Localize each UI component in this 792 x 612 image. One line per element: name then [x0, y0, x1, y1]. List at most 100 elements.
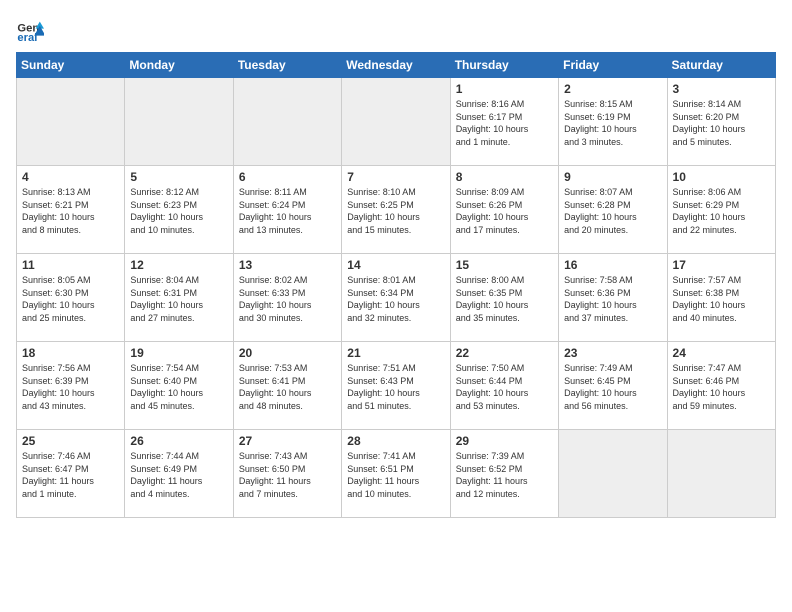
- day-number: 2: [564, 82, 661, 96]
- day-info: Sunrise: 7:41 AM Sunset: 6:51 PM Dayligh…: [347, 450, 444, 500]
- calendar-cell: 29 Sunrise: 7:39 AM Sunset: 6:52 PM Dayli…: [450, 430, 558, 518]
- day-info: Sunrise: 8:04 AM Sunset: 6:31 PM Dayligh…: [130, 274, 227, 324]
- day-info: Sunrise: 7:49 AM Sunset: 6:45 PM Dayligh…: [564, 362, 661, 412]
- day-number: 4: [22, 170, 119, 184]
- day-number: 15: [456, 258, 553, 272]
- day-number: 10: [673, 170, 770, 184]
- calendar-cell: 19 Sunrise: 7:54 AM Sunset: 6:40 PM Dayli…: [125, 342, 233, 430]
- calendar-cell: [125, 78, 233, 166]
- calendar-cell: 11 Sunrise: 8:05 AM Sunset: 6:30 PM Dayli…: [17, 254, 125, 342]
- calendar-cell: [342, 78, 450, 166]
- calendar-cell: 3 Sunrise: 8:14 AM Sunset: 6:20 PM Daylig…: [667, 78, 775, 166]
- calendar-cell: 21 Sunrise: 7:51 AM Sunset: 6:43 PM Dayli…: [342, 342, 450, 430]
- day-number: 11: [22, 258, 119, 272]
- calendar-cell: 25Sunrise: 7:46 AM Sunset: 6:47 PM Dayli…: [17, 430, 125, 518]
- day-info: Sunrise: 8:13 AM Sunset: 6:21 PM Dayligh…: [22, 186, 119, 236]
- calendar-cell: 13 Sunrise: 8:02 AM Sunset: 6:33 PM Dayli…: [233, 254, 341, 342]
- weekday-header: Sunday: [17, 53, 125, 78]
- day-info: Sunrise: 7:57 AM Sunset: 6:38 PM Dayligh…: [673, 274, 770, 324]
- day-number: 12: [130, 258, 227, 272]
- calendar-cell: 1 Sunrise: 8:16 AM Sunset: 6:17 PM Daylig…: [450, 78, 558, 166]
- calendar-cell: 8 Sunrise: 8:09 AM Sunset: 6:26 PM Daylig…: [450, 166, 558, 254]
- calendar-cell: [233, 78, 341, 166]
- day-number: 23: [564, 346, 661, 360]
- day-info: Sunrise: 8:15 AM Sunset: 6:19 PM Dayligh…: [564, 98, 661, 148]
- day-number: 9: [564, 170, 661, 184]
- day-info: Sunrise: 8:12 AM Sunset: 6:23 PM Dayligh…: [130, 186, 227, 236]
- day-number: 7: [347, 170, 444, 184]
- weekday-header: Tuesday: [233, 53, 341, 78]
- day-info: Sunrise: 8:06 AM Sunset: 6:29 PM Dayligh…: [673, 186, 770, 236]
- day-info: Sunrise: 8:05 AM Sunset: 6:30 PM Dayligh…: [22, 274, 119, 324]
- calendar-cell: 28 Sunrise: 7:41 AM Sunset: 6:51 PM Dayli…: [342, 430, 450, 518]
- calendar-cell: [559, 430, 667, 518]
- day-info: Sunrise: 8:14 AM Sunset: 6:20 PM Dayligh…: [673, 98, 770, 148]
- day-number: 28: [347, 434, 444, 448]
- day-number: 13: [239, 258, 336, 272]
- calendar-week-row: 11 Sunrise: 8:05 AM Sunset: 6:30 PM Dayli…: [17, 254, 776, 342]
- calendar-cell: [17, 78, 125, 166]
- day-number: 29: [456, 434, 553, 448]
- day-number: 18: [22, 346, 119, 360]
- day-number: 3: [673, 82, 770, 96]
- day-number: 19: [130, 346, 227, 360]
- day-info: Sunrise: 7:39 AM Sunset: 6:52 PM Dayligh…: [456, 450, 553, 500]
- calendar-cell: 5Sunrise: 8:12 AM Sunset: 6:23 PM Daylig…: [125, 166, 233, 254]
- calendar-week-row: 4 Sunrise: 8:13 AM Sunset: 6:21 PM Daylig…: [17, 166, 776, 254]
- day-info: Sunrise: 7:53 AM Sunset: 6:41 PM Dayligh…: [239, 362, 336, 412]
- calendar-cell: 22Sunrise: 7:50 AM Sunset: 6:44 PM Dayli…: [450, 342, 558, 430]
- calendar-cell: 12 Sunrise: 8:04 AM Sunset: 6:31 PM Dayli…: [125, 254, 233, 342]
- calendar-week-row: 1 Sunrise: 8:16 AM Sunset: 6:17 PM Daylig…: [17, 78, 776, 166]
- day-number: 14: [347, 258, 444, 272]
- day-number: 24: [673, 346, 770, 360]
- calendar-cell: 26 Sunrise: 7:44 AM Sunset: 6:49 PM Dayli…: [125, 430, 233, 518]
- day-info: Sunrise: 7:50 AM Sunset: 6:44 PM Dayligh…: [456, 362, 553, 412]
- day-info: Sunrise: 7:58 AM Sunset: 6:36 PM Dayligh…: [564, 274, 661, 324]
- calendar-week-row: 18 Sunrise: 7:56 AM Sunset: 6:39 PM Dayli…: [17, 342, 776, 430]
- svg-text:eral: eral: [17, 32, 37, 44]
- calendar-cell: 23 Sunrise: 7:49 AM Sunset: 6:45 PM Dayli…: [559, 342, 667, 430]
- day-number: 1: [456, 82, 553, 96]
- logo-icon: Gen eral: [16, 16, 44, 44]
- calendar-cell: 18 Sunrise: 7:56 AM Sunset: 6:39 PM Dayli…: [17, 342, 125, 430]
- day-number: 26: [130, 434, 227, 448]
- weekday-header-row: SundayMondayTuesdayWednesdayThursdayFrid…: [17, 53, 776, 78]
- day-number: 27: [239, 434, 336, 448]
- page-header: Gen eral: [16, 16, 776, 44]
- day-info: Sunrise: 8:00 AM Sunset: 6:35 PM Dayligh…: [456, 274, 553, 324]
- calendar-table: SundayMondayTuesdayWednesdayThursdayFrid…: [16, 52, 776, 518]
- weekday-header: Saturday: [667, 53, 775, 78]
- day-info: Sunrise: 8:11 AM Sunset: 6:24 PM Dayligh…: [239, 186, 336, 236]
- calendar-cell: 2 Sunrise: 8:15 AM Sunset: 6:19 PM Daylig…: [559, 78, 667, 166]
- day-number: 16: [564, 258, 661, 272]
- day-number: 20: [239, 346, 336, 360]
- day-info: Sunrise: 8:10 AM Sunset: 6:25 PM Dayligh…: [347, 186, 444, 236]
- day-info: Sunrise: 8:16 AM Sunset: 6:17 PM Dayligh…: [456, 98, 553, 148]
- calendar-cell: 14 Sunrise: 8:01 AM Sunset: 6:34 PM Dayli…: [342, 254, 450, 342]
- day-number: 8: [456, 170, 553, 184]
- calendar-cell: 6 Sunrise: 8:11 AM Sunset: 6:24 PM Daylig…: [233, 166, 341, 254]
- day-info: Sunrise: 7:43 AM Sunset: 6:50 PM Dayligh…: [239, 450, 336, 500]
- calendar-cell: 17Sunrise: 7:57 AM Sunset: 6:38 PM Dayli…: [667, 254, 775, 342]
- calendar-cell: 4 Sunrise: 8:13 AM Sunset: 6:21 PM Daylig…: [17, 166, 125, 254]
- day-info: Sunrise: 7:47 AM Sunset: 6:46 PM Dayligh…: [673, 362, 770, 412]
- day-info: Sunrise: 8:01 AM Sunset: 6:34 PM Dayligh…: [347, 274, 444, 324]
- day-number: 6: [239, 170, 336, 184]
- day-info: Sunrise: 7:44 AM Sunset: 6:49 PM Dayligh…: [130, 450, 227, 500]
- calendar-cell: 15 Sunrise: 8:00 AM Sunset: 6:35 PM Dayli…: [450, 254, 558, 342]
- calendar-week-row: 25Sunrise: 7:46 AM Sunset: 6:47 PM Dayli…: [17, 430, 776, 518]
- weekday-header: Friday: [559, 53, 667, 78]
- day-number: 21: [347, 346, 444, 360]
- weekday-header: Monday: [125, 53, 233, 78]
- weekday-header: Wednesday: [342, 53, 450, 78]
- calendar-cell: 16 Sunrise: 7:58 AM Sunset: 6:36 PM Dayli…: [559, 254, 667, 342]
- day-info: Sunrise: 7:56 AM Sunset: 6:39 PM Dayligh…: [22, 362, 119, 412]
- calendar-cell: 10 Sunrise: 8:06 AM Sunset: 6:29 PM Dayli…: [667, 166, 775, 254]
- day-info: Sunrise: 7:54 AM Sunset: 6:40 PM Dayligh…: [130, 362, 227, 412]
- calendar-cell: 20 Sunrise: 7:53 AM Sunset: 6:41 PM Dayli…: [233, 342, 341, 430]
- day-info: Sunrise: 8:02 AM Sunset: 6:33 PM Dayligh…: [239, 274, 336, 324]
- calendar-cell: 24 Sunrise: 7:47 AM Sunset: 6:46 PM Dayli…: [667, 342, 775, 430]
- day-info: Sunrise: 8:07 AM Sunset: 6:28 PM Dayligh…: [564, 186, 661, 236]
- day-info: Sunrise: 7:51 AM Sunset: 6:43 PM Dayligh…: [347, 362, 444, 412]
- day-info: Sunrise: 8:09 AM Sunset: 6:26 PM Dayligh…: [456, 186, 553, 236]
